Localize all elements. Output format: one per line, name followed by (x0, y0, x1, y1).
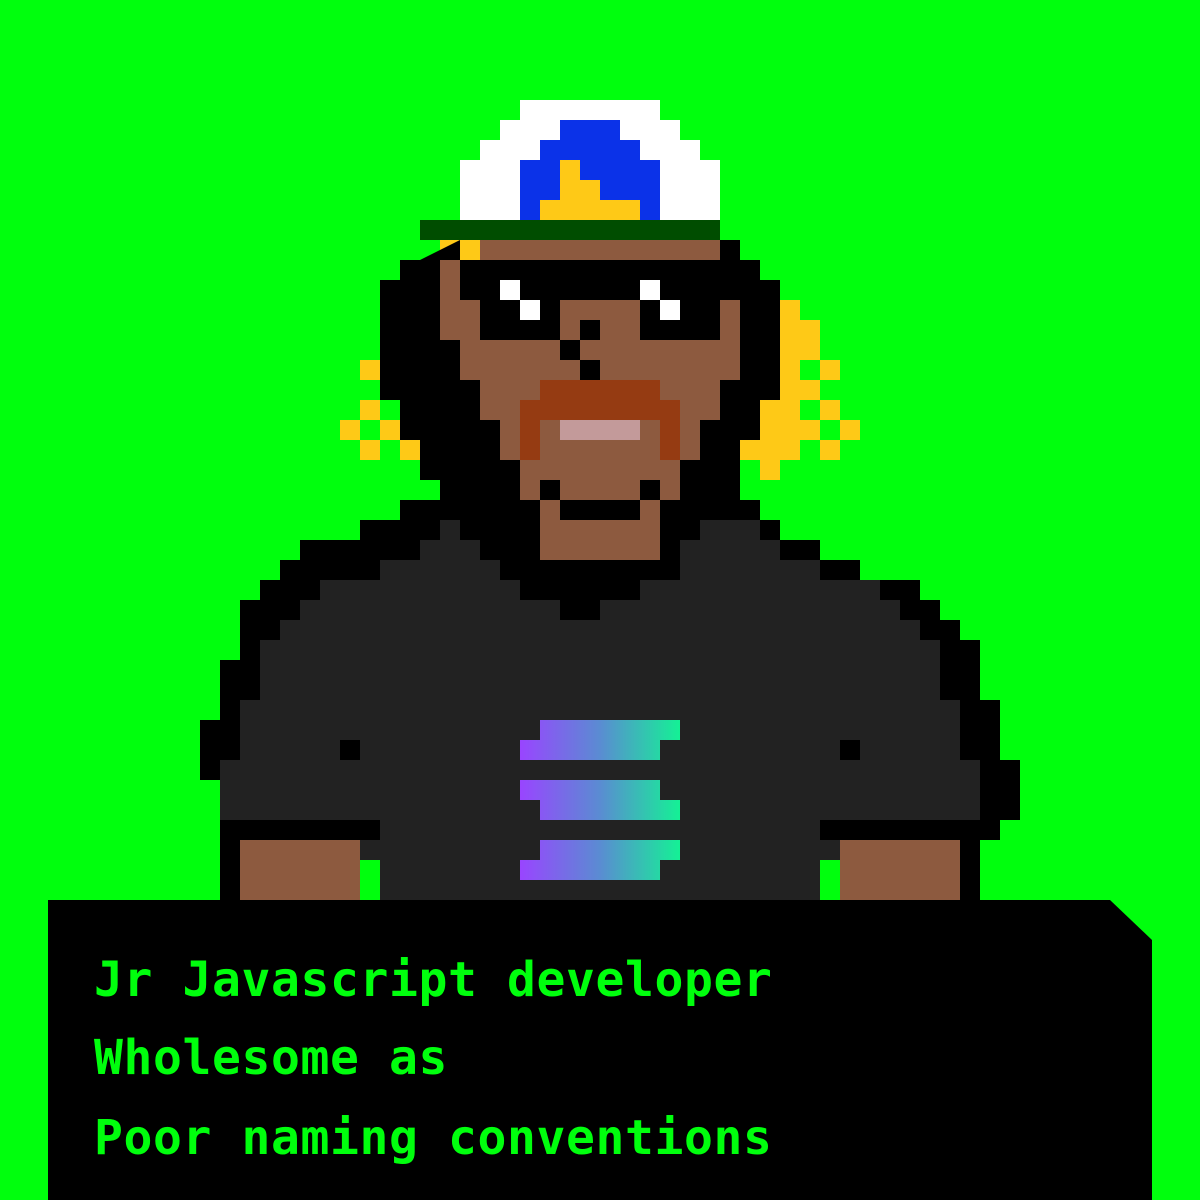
shirt-logo-icon (520, 720, 680, 880)
caption-line-2: Wholesome as (94, 1030, 448, 1086)
caption-line-1: Jr Javascript developer (94, 952, 773, 1008)
caption-panel: Jr Javascript developer Wholesome as Poo… (48, 900, 1152, 1200)
caption-line-3: Poor naming conventions (94, 1110, 773, 1166)
captain-hat (420, 100, 720, 260)
avatar-card: Jr Javascript developer Wholesome as Poo… (0, 0, 1200, 1200)
